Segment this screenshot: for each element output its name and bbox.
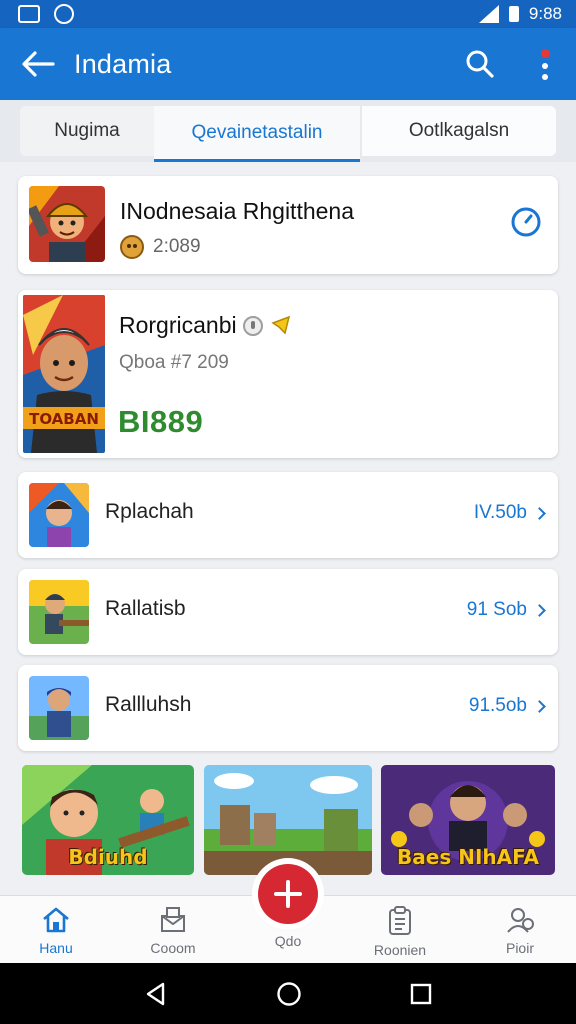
dot-icon xyxy=(542,73,548,80)
system-home-icon[interactable] xyxy=(276,981,302,1007)
banner-caption: Bdiuhd xyxy=(68,845,148,869)
highlight-subtitle: Qboa #7 209 xyxy=(119,352,229,373)
nav-home[interactable]: Hanu xyxy=(11,906,101,962)
search-icon xyxy=(466,50,494,78)
banner-caption: Baes NIhAFA xyxy=(397,845,539,869)
tab-nugima[interactable]: Nugima xyxy=(20,106,154,156)
list-item-meta: 91.5ob xyxy=(468,695,546,717)
nav-label: Cooom xyxy=(150,940,196,956)
plus-icon xyxy=(274,880,302,908)
featured-thumbnail xyxy=(29,186,105,262)
promo-banner-1[interactable]: Bdiuhd xyxy=(22,765,194,875)
list-item-value: 91.5ob xyxy=(468,695,527,716)
featured-meta: 2:089 xyxy=(120,235,201,259)
promo-banner-2[interactable] xyxy=(204,765,372,875)
system-recents-icon[interactable] xyxy=(408,981,434,1007)
bell-badge-icon xyxy=(270,315,290,334)
chevron-right-icon xyxy=(533,506,546,520)
tab-qevainetastalin[interactable]: Qevainetastalin xyxy=(154,106,360,162)
status-bar: 9:88 xyxy=(0,0,576,28)
add-button[interactable] xyxy=(258,864,318,924)
promo-banner-3[interactable]: Baes NIhAFA xyxy=(381,765,555,875)
arrow-left-icon xyxy=(22,51,55,77)
list-item-meta: IV.50b xyxy=(473,502,546,524)
list-item-thumbnail xyxy=(29,483,89,547)
featured-meta-value: 2:089 xyxy=(153,236,201,257)
list-item[interactable]: Rplachah IV.50b xyxy=(18,472,558,558)
chevron-right-icon xyxy=(533,603,546,617)
nav-inbox[interactable]: Cooom xyxy=(128,906,218,962)
profile-icon xyxy=(507,908,534,933)
face-icon xyxy=(120,235,144,259)
notification-dot-icon xyxy=(540,48,550,58)
list-item-label: Rplachah xyxy=(105,500,194,523)
app-bar: Indamia xyxy=(0,28,576,100)
nav-label: Pioir xyxy=(505,940,534,956)
list-item-label: Rallluhsh xyxy=(105,693,192,716)
system-back-icon[interactable] xyxy=(143,981,169,1007)
list-item-thumbnail xyxy=(29,676,89,740)
lock-icon xyxy=(242,315,263,336)
highlight-card[interactable]: TOABAN Rorgricanbi Qboa #7 209 BI889 xyxy=(18,290,558,458)
list-item[interactable]: Rallluhsh 91.5ob xyxy=(18,665,558,751)
nav-label: Roonien xyxy=(373,942,427,958)
system-navigation-bar xyxy=(0,963,576,1024)
timer-icon[interactable] xyxy=(510,206,542,238)
nav-label: Qdo xyxy=(274,933,302,949)
page-title: Indamia xyxy=(74,48,172,79)
back-button[interactable] xyxy=(18,44,58,84)
inbox-icon xyxy=(161,907,185,932)
home-icon xyxy=(43,907,69,933)
dot-icon xyxy=(542,62,548,69)
tab-bar: Nugima Qevainetastalin Ootlkagalsn xyxy=(0,100,576,162)
status-time: 9:88 xyxy=(528,4,562,23)
app-notification-icon xyxy=(54,4,74,24)
tab-ootlkagalsn[interactable]: Ootlkagalsn xyxy=(362,106,556,156)
banner-image xyxy=(204,765,372,875)
status-indicators: 9:88 xyxy=(478,4,562,24)
featured-card[interactable]: INodnesaia Rhgitthena 2:089 xyxy=(18,176,558,274)
list-item-label: Rallatisb xyxy=(105,597,186,620)
list-item[interactable]: Rallatisb 91 Sob xyxy=(18,569,558,655)
search-button[interactable] xyxy=(460,44,500,84)
nav-clipboard[interactable]: Roonien xyxy=(355,906,445,962)
highlight-title: Rorgricanbi xyxy=(119,312,237,338)
nav-label: Hanu xyxy=(39,940,73,956)
list-item-meta: 91 Sob xyxy=(466,599,546,621)
featured-title: INodnesaia Rhgitthena xyxy=(120,198,354,224)
list-item-value: 91 Sob xyxy=(466,599,527,620)
highlight-price: BI889 xyxy=(118,404,204,439)
list-item-thumbnail xyxy=(29,580,89,644)
more-options-button[interactable] xyxy=(530,44,560,84)
battery-icon xyxy=(508,6,519,22)
chevron-right-icon xyxy=(533,699,546,713)
signal-icon xyxy=(478,5,499,23)
highlight-title-row: Rorgricanbi xyxy=(119,312,293,339)
status-notifications xyxy=(18,4,74,24)
list-item-value: IV.50b xyxy=(473,502,527,523)
gallery-notification-icon xyxy=(18,5,40,23)
clipboard-icon xyxy=(389,906,411,935)
nav-profile[interactable]: Pioir xyxy=(475,906,565,962)
svg-text:TOABAN: TOABAN xyxy=(29,410,99,428)
highlight-thumbnail: TOABAN xyxy=(23,295,105,453)
